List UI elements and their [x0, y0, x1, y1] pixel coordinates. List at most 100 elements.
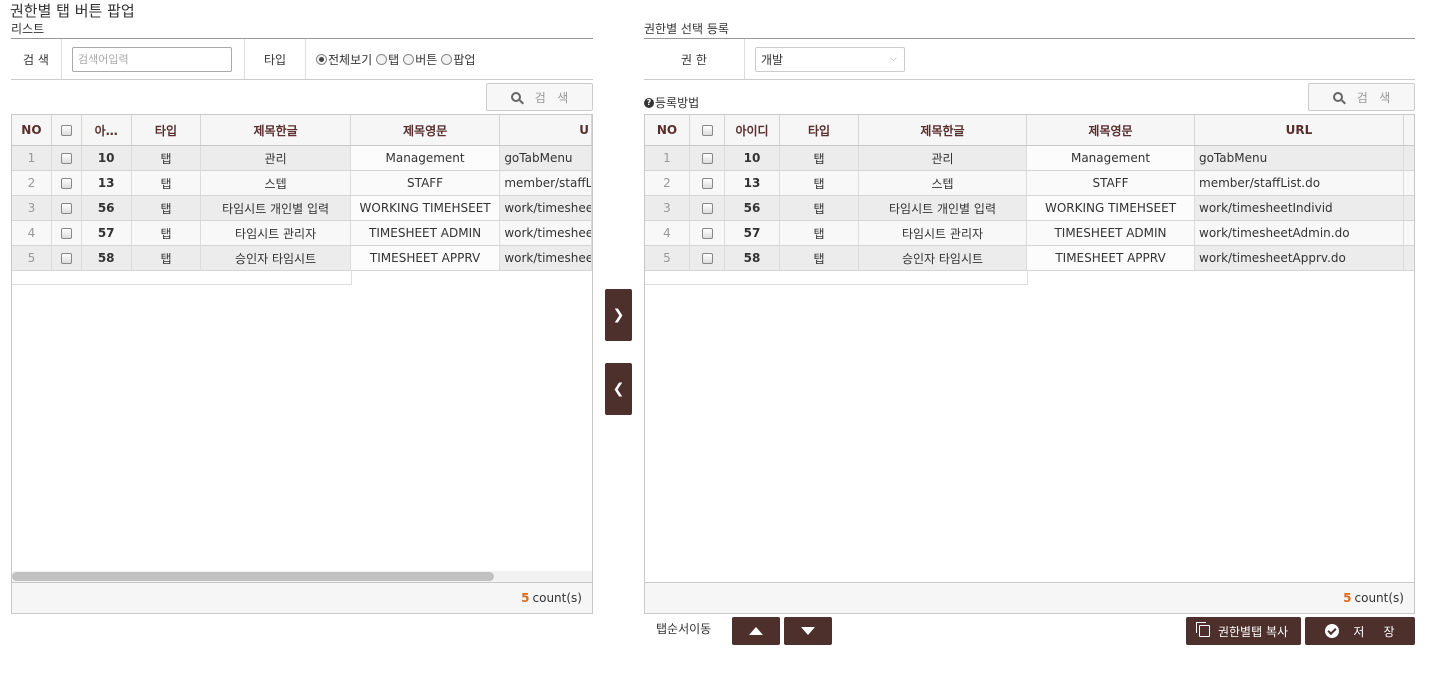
col-title-en[interactable]: 제목영문 [1027, 115, 1195, 145]
select-all-checkbox[interactable] [701, 124, 713, 136]
col-title-en[interactable]: 제목영문 [351, 115, 501, 145]
save-button[interactable]: 저 장 [1305, 617, 1415, 645]
col-title-ko[interactable]: 제목한글 [859, 115, 1027, 145]
cell-title-en: Management [1027, 146, 1195, 170]
left-search-button[interactable]: 검 색 [486, 83, 593, 111]
col-type[interactable]: 타입 [780, 115, 859, 145]
row-checkbox[interactable] [701, 202, 713, 214]
row-checkbox[interactable] [60, 227, 72, 239]
grid-frozen-tail [645, 271, 1028, 285]
radio-popup[interactable]: 팝업 [441, 51, 475, 68]
table-row[interactable]: 5 58 탭 승인자 타임시트 TIMESHEET APPRV work/timeshee… [12, 246, 592, 271]
arrow-up-icon [749, 627, 763, 635]
cell-id: 10 [82, 146, 132, 170]
row-checkbox[interactable] [60, 152, 72, 164]
grid-header: NO 아… 타입 제목한글 제목영문 U [12, 115, 592, 146]
cell-select [52, 246, 82, 270]
cell-url: work/timesheetI [500, 196, 592, 220]
right-section-title: 권한별 선택 등록 [644, 22, 729, 36]
radio-dot[interactable] [403, 53, 415, 65]
help-icon: ? [644, 97, 654, 108]
cell-title-ko: 타임시트 관리자 [859, 221, 1027, 245]
row-checkbox[interactable] [60, 202, 72, 214]
table-row[interactable]: 2 13 탭 스텝 STAFF member/staffList.do [645, 171, 1414, 196]
col-url[interactable]: URL [1195, 115, 1404, 145]
select-all-checkbox[interactable] [60, 124, 72, 136]
col-url[interactable]: U [500, 115, 592, 145]
move-right-button[interactable]: ❯ [605, 289, 632, 341]
auth-label: 권 한 [644, 39, 745, 79]
cell-title-ko: 승인자 타임시트 [201, 246, 351, 270]
cell-type: 탭 [132, 171, 202, 195]
col-select-all[interactable] [690, 115, 725, 145]
cell-type: 탭 [780, 171, 859, 195]
check-circle-icon [1325, 624, 1340, 638]
radio-all[interactable]: 전체보기 [316, 51, 372, 68]
radio-dot[interactable] [316, 53, 327, 65]
col-id[interactable]: 아이디 [725, 115, 780, 145]
cell-no: 5 [645, 246, 690, 270]
radio-label: 전체보기 [328, 52, 373, 67]
search-input[interactable] [72, 46, 232, 72]
cell-title-en: Management [350, 146, 501, 170]
cell-select [690, 221, 725, 245]
cell-title-en: STAFF [350, 171, 501, 195]
radio-button[interactable]: 버튼 [403, 51, 437, 68]
radio-tab[interactable]: 탭 [376, 51, 399, 68]
row-checkbox[interactable] [701, 227, 713, 239]
cell-no: 4 [12, 221, 52, 245]
table-row[interactable]: 4 57 탭 타임시트 관리자 TIMESHEET ADMIN work/timeshee… [12, 221, 592, 246]
search-button-label: 검 색 [1356, 90, 1391, 105]
table-row[interactable]: 5 58 탭 승인자 타임시트 TIMESHEET APPRV work/timeshee… [645, 246, 1414, 271]
cell-type: 탭 [132, 221, 202, 245]
horizontal-scrollbar[interactable] [12, 571, 592, 582]
row-checkbox[interactable] [60, 177, 72, 189]
cell-no: 1 [645, 146, 690, 170]
row-count-suffix: count(s) [1354, 591, 1404, 605]
cell-type: 탭 [780, 146, 859, 170]
col-id[interactable]: 아… [82, 115, 132, 145]
help-text: 등록방법 [655, 96, 700, 110]
cell-id: 57 [82, 221, 132, 245]
cell-select [52, 221, 82, 245]
move-left-button[interactable]: ❮ [605, 363, 632, 415]
col-no[interactable]: NO [645, 115, 690, 145]
cell-select [52, 171, 82, 195]
move-down-button[interactable] [784, 617, 832, 645]
table-row[interactable]: 2 13탭스텝STAFFmember/staffList [12, 171, 592, 196]
cell-title-ko: 스텝 [859, 171, 1027, 195]
chevron-down-icon: ⌵ [890, 54, 897, 64]
col-filler [1404, 115, 1414, 145]
grid-footer: 5 count(s) [12, 582, 592, 613]
cell-no: 3 [645, 196, 690, 220]
table-row[interactable]: 1 10 탭 관리 Management goTabMenu [645, 146, 1414, 171]
table-row[interactable]: 1 10 탭 관리 Management goTabMenu [12, 146, 592, 171]
search-label: 검 색 [11, 39, 62, 79]
cell-select [690, 246, 725, 270]
cell-title-en: STAFF [1027, 171, 1195, 195]
help-link[interactable]: ? 등록방법 [644, 94, 699, 111]
auth-select[interactable]: 개발 ⌵ [755, 46, 905, 72]
col-type[interactable]: 타입 [132, 115, 202, 145]
col-title-ko[interactable]: 제목한글 [201, 115, 351, 145]
right-search-button[interactable]: 검 색 [1308, 83, 1415, 111]
cell-title-ko: 타임시트 개인별 입력 [201, 196, 351, 220]
table-row[interactable]: 3 56 탭 타임시트 개인별 입력 WORKING TIMEHSEET work/tim… [645, 196, 1414, 221]
row-checkbox[interactable] [701, 152, 713, 164]
row-checkbox[interactable] [701, 177, 713, 189]
row-checkbox[interactable] [701, 252, 713, 264]
radio-dot[interactable] [441, 53, 453, 65]
table-row[interactable]: 4 57 탭 타임시트 관리자 TIMESHEET ADMIN work/timeshee… [645, 221, 1414, 246]
radio-dot[interactable] [376, 53, 388, 65]
copy-by-auth-button[interactable]: 권한별탭 복사 [1186, 617, 1301, 645]
col-select-all[interactable] [52, 115, 82, 145]
left-grid: NO 아… 타입 제목한글 제목영문 U 1 10 탭 관리 Management goT… [11, 114, 593, 614]
scrollbar-thumb[interactable] [12, 572, 494, 581]
move-up-button[interactable] [732, 617, 780, 645]
cell-type: 탭 [132, 196, 202, 220]
table-row[interactable]: 3 56 탭 타임시트 개인별 입력 WORKING TIMEHSEET work/tim… [12, 196, 592, 221]
cell-no: 5 [12, 246, 52, 270]
col-no[interactable]: NO [12, 115, 52, 145]
row-checkbox[interactable] [60, 252, 72, 264]
right-auth-form: 권 한 개발 ⌵ [644, 38, 1415, 80]
